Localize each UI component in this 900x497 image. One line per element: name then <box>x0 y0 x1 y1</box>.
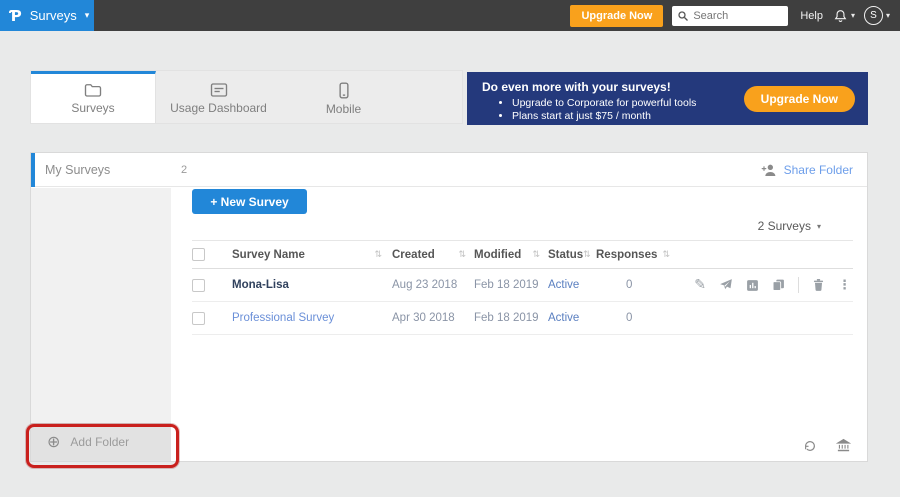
table-header-row: Survey Name ⇅ Created ⇅ Modified ⇅ Statu… <box>192 240 853 269</box>
folders-sidebar: ⊕ Add Folder <box>31 188 171 461</box>
delete-icon[interactable] <box>812 278 825 292</box>
module-tabs: Surveys Usage Dashboard Mobile <box>30 70 463 124</box>
notifications-menu[interactable]: ▾ <box>833 8 855 24</box>
tab-label: Mobile <box>326 102 361 116</box>
new-survey-button[interactable]: + New Survey <box>192 189 307 214</box>
sort-icon[interactable]: ⇅ <box>458 250 466 260</box>
column-header-responses: Responses <box>596 249 657 261</box>
survey-count-dropdown[interactable]: 2 Surveys ▾ <box>758 219 821 233</box>
chevron-down-icon: ▾ <box>817 222 821 231</box>
status-link[interactable]: Active <box>548 279 579 291</box>
sort-icon[interactable]: ⇅ <box>374 250 382 260</box>
chevron-down-icon: ▾ <box>886 11 890 20</box>
circle-plus-icon: ⊕ <box>47 434 60 450</box>
table-row: Professional Survey Apr 30 2018 Feb 18 2… <box>192 302 853 335</box>
panel-header: My Surveys 2 Share Folder <box>31 153 867 187</box>
modified-date: Feb 18 2019 <box>474 312 539 324</box>
survey-name-link[interactable]: Professional Survey <box>232 312 334 324</box>
avatar: S <box>864 6 883 25</box>
tab-surveys[interactable]: Surveys <box>31 71 156 123</box>
add-folder-label: Add Folder <box>70 435 129 449</box>
more-options-icon[interactable]: ⋮ <box>838 278 851 293</box>
responses-count: 0 <box>596 312 632 324</box>
status-link[interactable]: Active <box>548 312 579 324</box>
promo-banner: Do even more with your surveys! Upgrade … <box>467 72 868 125</box>
active-folder-indicator <box>31 153 35 187</box>
app-menu[interactable]: Ƥ Surveys ▾ <box>0 0 94 31</box>
search-input[interactable] <box>672 6 788 26</box>
folder-count-badge: 2 <box>181 153 187 187</box>
banner-upgrade-button[interactable]: Upgrade Now <box>744 86 855 112</box>
surveys-table: Survey Name ⇅ Created ⇅ Modified ⇅ Statu… <box>192 240 853 335</box>
responses-count: 0 <box>596 279 632 291</box>
topbar-right-cluster: Upgrade Now Help ▾ S ▾ <box>570 5 900 27</box>
survey-name-link[interactable]: Mona-Lisa <box>232 279 289 291</box>
surveys-content: + New Survey 2 Surveys ▾ Survey Name ⇅ C… <box>171 188 867 461</box>
tab-label: Usage Dashboard <box>170 101 267 115</box>
copy-icon-svg <box>772 278 785 292</box>
surveys-panel: My Surveys 2 Share Folder ⊕ Add Folder +… <box>30 152 868 462</box>
column-header-status: Status <box>548 249 583 261</box>
survey-count-label: 2 Surveys <box>758 219 811 233</box>
mobile-icon <box>338 82 350 99</box>
share-person-icon <box>761 163 777 177</box>
search-icon <box>677 10 689 22</box>
created-date: Aug 23 2018 <box>392 279 457 291</box>
sidebar-item-my-surveys[interactable]: My Surveys <box>45 153 110 187</box>
sort-icon[interactable]: ⇅ <box>532 250 540 260</box>
sort-icon[interactable]: ⇅ <box>583 250 591 260</box>
trash-icon-svg <box>812 278 825 292</box>
bank-icon-svg <box>836 438 851 453</box>
upgrade-now-button[interactable]: Upgrade Now <box>570 5 663 27</box>
copy-icon[interactable] <box>772 278 785 292</box>
send-icon[interactable] <box>719 278 733 292</box>
modified-date: Feb 18 2019 <box>474 279 539 291</box>
row-checkbox[interactable] <box>192 312 205 325</box>
tab-usage-dashboard[interactable]: Usage Dashboard <box>156 71 281 123</box>
tab-mobile[interactable]: Mobile <box>281 71 406 123</box>
dashboard-icon <box>210 82 228 98</box>
panel-footer-icons <box>802 438 851 453</box>
chevron-down-icon: ▾ <box>85 11 90 21</box>
created-date: Apr 30 2018 <box>392 312 455 324</box>
archive-bank-icon[interactable] <box>836 438 851 453</box>
table-row: Mona-Lisa Aug 23 2018 Feb 18 2019 Active… <box>192 269 853 302</box>
restore-icon[interactable] <box>802 439 818 453</box>
row-actions: ✎ ⋮ <box>676 277 853 293</box>
report-icon-svg <box>746 279 759 292</box>
sort-icon[interactable]: ⇅ <box>662 250 670 260</box>
chevron-down-icon: ▾ <box>851 11 855 20</box>
tab-label: Surveys <box>71 101 114 115</box>
top-bar: Ƥ Surveys ▾ Upgrade Now Help ▾ S ▾ <box>0 0 900 31</box>
actions-divider <box>798 277 799 293</box>
help-link[interactable]: Help <box>800 10 823 22</box>
brand-logo: Ƥ <box>10 7 22 25</box>
share-folder-label: Share Folder <box>784 163 853 177</box>
share-folder-button[interactable]: Share Folder <box>761 153 853 187</box>
restore-icon-svg <box>802 439 818 453</box>
add-folder-button[interactable]: ⊕ Add Folder <box>31 423 171 461</box>
column-header-survey-name: Survey Name <box>232 249 305 261</box>
edit-icon[interactable]: ✎ <box>694 277 706 293</box>
folder-icon <box>84 82 102 98</box>
report-icon[interactable] <box>746 279 759 292</box>
column-header-modified: Modified <box>474 249 521 261</box>
row-checkbox[interactable] <box>192 279 205 292</box>
bell-icon <box>833 8 848 24</box>
column-header-created: Created <box>392 249 435 261</box>
account-menu[interactable]: S ▾ <box>864 6 890 25</box>
select-all-checkbox[interactable] <box>192 248 205 261</box>
search-box <box>672 6 788 26</box>
app-menu-label: Surveys <box>30 8 77 23</box>
